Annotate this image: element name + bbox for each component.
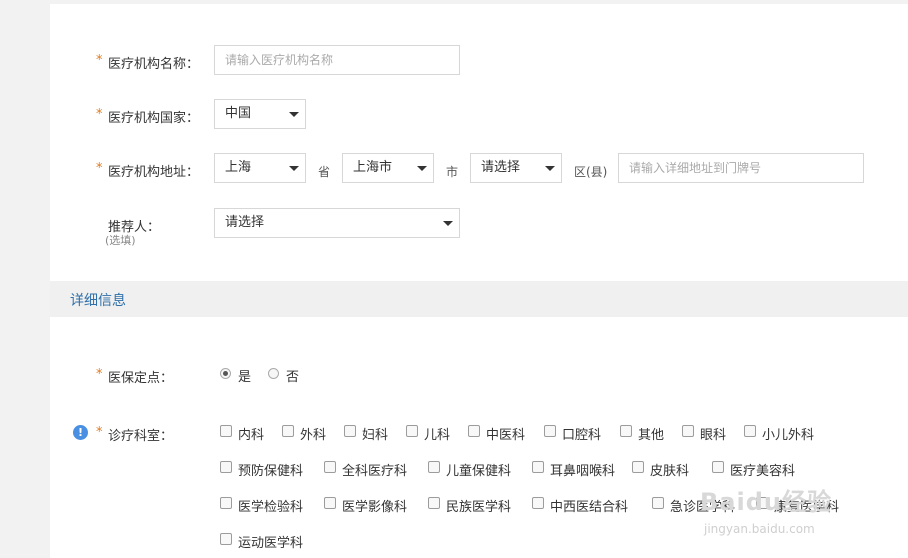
details-section-header: 详细信息 <box>50 281 908 317</box>
chevron-down-icon <box>289 166 299 171</box>
department-checkbox[interactable] <box>220 461 232 473</box>
department-label: 小儿外科 <box>762 428 815 443</box>
department-label: 耳鼻咽喉科 <box>550 464 616 479</box>
province-select[interactable]: 上海 <box>214 153 306 183</box>
insurance-label: 医保定点： <box>108 371 174 386</box>
required-mark: * <box>96 107 103 122</box>
country-value: 中国 <box>225 106 252 121</box>
department-checkbox[interactable] <box>712 461 724 473</box>
chevron-down-icon <box>289 112 299 117</box>
department-label: 内科 <box>238 428 265 443</box>
department-checkbox[interactable] <box>344 425 356 437</box>
department-label: 儿童保健科 <box>446 464 512 479</box>
department-label: 妇科 <box>362 428 389 443</box>
department-label: 中医科 <box>486 428 526 443</box>
department-label: 口腔科 <box>562 428 602 443</box>
institution-name-label: 医疗机构名称： <box>108 57 200 72</box>
department-label: 眼科 <box>700 428 727 443</box>
department-label: 外科 <box>300 428 327 443</box>
department-checkbox[interactable] <box>468 425 480 437</box>
institution-address-label: 医疗机构地址： <box>108 165 200 180</box>
info-icon[interactable]: ! <box>73 425 88 440</box>
province-unit: 省 <box>318 165 331 179</box>
insurance-yes-label: 是 <box>238 370 252 385</box>
department-checkbox[interactable] <box>682 425 694 437</box>
insurance-no-radio[interactable] <box>268 368 279 379</box>
department-label: 预防保健科 <box>238 464 304 479</box>
department-label: 医疗美容科 <box>730 464 796 479</box>
city-unit: 市 <box>446 165 459 179</box>
department-label: 医学影像科 <box>342 500 408 515</box>
city-value: 上海市 <box>353 160 393 175</box>
department-checkbox[interactable] <box>652 497 664 509</box>
city-select[interactable]: 上海市 <box>342 153 434 183</box>
referrer-select[interactable]: 请选择 <box>214 208 460 238</box>
institution-name-input[interactable]: 请输入医疗机构名称 <box>214 45 460 75</box>
institution-country-label: 医疗机构国家： <box>108 111 200 126</box>
department-checkbox[interactable] <box>220 533 232 545</box>
department-checkbox[interactable] <box>324 461 336 473</box>
department-checkbox[interactable] <box>744 425 756 437</box>
country-select[interactable]: 中国 <box>214 99 306 129</box>
department-label: 中西医结合科 <box>550 500 629 515</box>
watermark-brand: Baidu经验 <box>700 488 832 516</box>
watermark-url: jingyan.baidu.com <box>704 522 815 536</box>
department-checkbox[interactable] <box>406 425 418 437</box>
department-label: 其他 <box>638 428 665 443</box>
required-mark: * <box>96 161 103 176</box>
department-checkbox[interactable] <box>324 497 336 509</box>
department-checkbox[interactable] <box>620 425 632 437</box>
district-value: 请选择 <box>481 160 521 175</box>
chevron-down-icon <box>545 166 555 171</box>
insurance-yes-radio[interactable] <box>220 368 231 379</box>
department-checkbox[interactable] <box>428 461 440 473</box>
department-checkbox[interactable] <box>532 461 544 473</box>
chevron-down-icon <box>443 221 453 226</box>
department-checkbox[interactable] <box>544 425 556 437</box>
department-label: 民族医学科 <box>446 500 512 515</box>
department-checkbox[interactable] <box>532 497 544 509</box>
optional-note: (选填) <box>105 234 136 247</box>
address-detail-input[interactable]: 请输入详细地址到门牌号 <box>618 153 864 183</box>
department-checkbox[interactable] <box>220 425 232 437</box>
department-checkbox[interactable] <box>632 461 644 473</box>
department-label: 全科医疗科 <box>342 464 408 479</box>
chevron-down-icon <box>417 166 427 171</box>
department-label: 皮肤科 <box>650 464 690 479</box>
department-checkbox[interactable] <box>220 497 232 509</box>
departments-label: 诊疗科室： <box>108 429 174 444</box>
insurance-no-label: 否 <box>286 370 300 385</box>
department-label: 医学检验科 <box>238 500 304 515</box>
district-select[interactable]: 请选择 <box>470 153 562 183</box>
district-unit: 区(县) <box>574 165 608 179</box>
required-mark: * <box>96 367 103 382</box>
department-checkbox[interactable] <box>282 425 294 437</box>
department-label: 儿科 <box>424 428 451 443</box>
referrer-value: 请选择 <box>225 215 265 230</box>
department-checkbox[interactable] <box>428 497 440 509</box>
required-mark: * <box>96 425 103 440</box>
section-title: 详细信息 <box>70 293 126 309</box>
province-value: 上海 <box>225 160 252 175</box>
department-label: 运动医学科 <box>238 536 304 551</box>
required-mark: * <box>96 53 103 68</box>
